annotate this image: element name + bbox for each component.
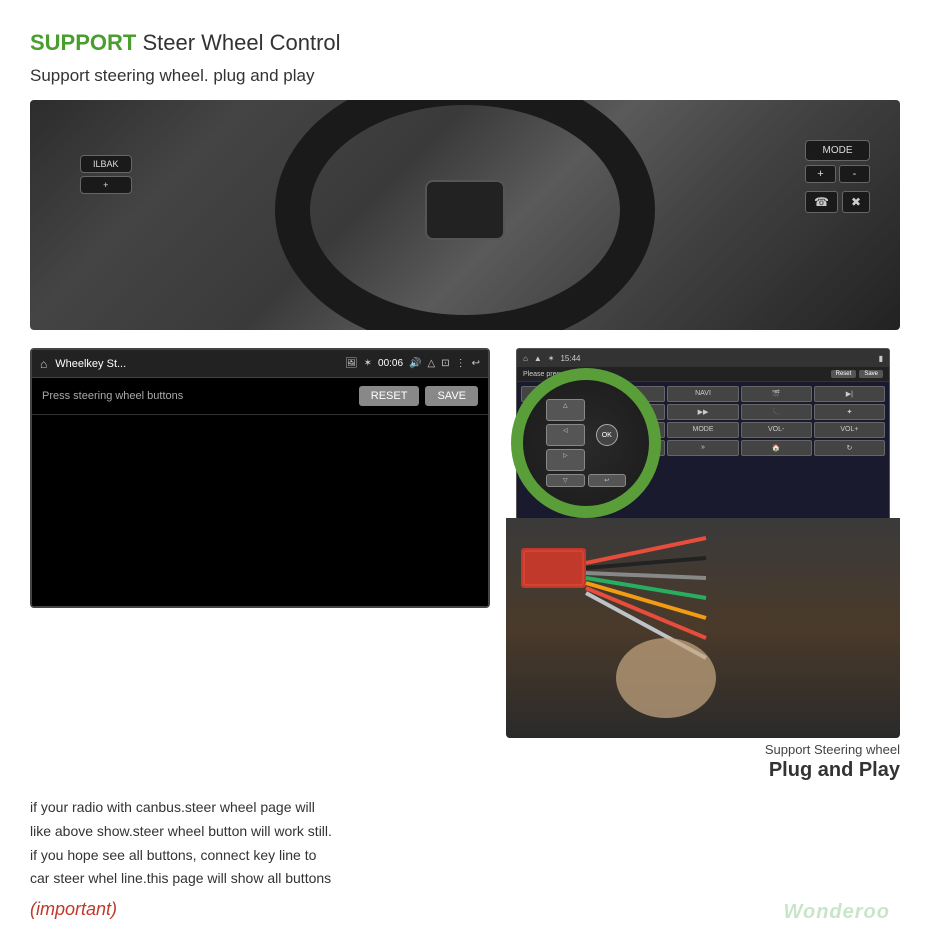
rs-grid-btn-20: ↻	[814, 440, 885, 456]
wk-save-button[interactable]: SAVE	[425, 386, 478, 406]
bottom-line-3: if you hope see all buttons, connect key…	[30, 844, 900, 868]
sw-phone-row: ☎ ✖	[805, 191, 870, 213]
title-rest: Steer Wheel Control	[136, 30, 340, 55]
wires-svg	[506, 518, 900, 738]
bottom-line-1: if your radio with canbus.steer wheel pa…	[30, 796, 900, 820]
sw-circle-overlay: △ ◁ OK ▷ ▽ ↩	[506, 348, 676, 538]
sw-phone-answer-btn: ☎	[805, 191, 838, 213]
sw-ci-down: ▽	[546, 474, 585, 487]
sw-circle-inner-btns: △ ◁ OK ▷ ▽ ↩	[546, 399, 626, 487]
bottom-description: if your radio with canbus.steer wheel pa…	[30, 796, 900, 891]
sw-ci-spacer1	[588, 399, 596, 421]
wk-icon-menu: ⋮	[456, 358, 466, 369]
wk-icon-back: ↩	[472, 358, 480, 369]
sw-ci-up: △	[546, 399, 585, 421]
sw-ci-spacer2	[588, 449, 596, 471]
rs-grid-btn-13: MODE	[667, 422, 738, 438]
wk-status-icons: 🖼 ✶ 00:06 🔊 △ ⊡ ⋮ ↩	[345, 358, 480, 369]
sw-left-btn-plus: +	[80, 176, 132, 194]
wheelkey-screen: ⌂ Wheelkey St... 🖼 ✶ 00:06 🔊 △ ⊡ ⋮ ↩	[30, 348, 490, 608]
wk-icon-bluetooth: ✶	[364, 358, 372, 369]
wiring-hand-photo	[506, 518, 900, 738]
wk-screen-title: Wheelkey St...	[55, 358, 337, 370]
steering-wheel-center	[425, 180, 505, 240]
sw-ci-back: ↩	[588, 474, 627, 487]
title-support: SUPPORT	[30, 30, 136, 55]
plug-and-play-label: Plug and Play	[506, 759, 900, 782]
rs-grid-btn-9: 📞	[741, 404, 812, 420]
wk-press-label: Press steering wheel buttons	[42, 390, 183, 402]
page: SUPPORT Steer Wheel Control Support stee…	[0, 0, 930, 940]
sw-plus-btn: +	[805, 165, 836, 183]
wk-press-row: Press steering wheel buttons RESET SAVE	[32, 378, 488, 415]
page-subtitle: Support steering wheel. plug and play	[30, 66, 900, 86]
sw-plus-minus-row: + -	[805, 165, 870, 183]
bottom-line-4: car steer whel line.this page will show …	[30, 867, 900, 891]
steering-wheel-photo: ILBAK + MODE + - ☎ ✖	[30, 100, 900, 330]
wk-empty-area	[32, 415, 488, 606]
right-screen-composite: ⌂ ▲ ✶ 15:44 ▮ Please press a key Reset S…	[506, 348, 900, 738]
sw-ci-right: ▷	[546, 449, 585, 471]
rs-save-btn[interactable]: Save	[859, 370, 883, 378]
page-title: SUPPORT Steer Wheel Control	[30, 30, 900, 56]
sw-ci-ok: OK	[596, 424, 618, 446]
bottom-line-2: like above show.steer wheel button will …	[30, 820, 900, 844]
wk-reset-button[interactable]: RESET	[359, 386, 420, 406]
rs-grid-btn-5: ▶|	[814, 386, 885, 402]
rs-grid-btn-14: VOL-	[741, 422, 812, 438]
sw-mode-btn: MODE	[805, 140, 870, 161]
wk-time: 00:06	[378, 358, 403, 369]
wk-icon-image: 🖼	[345, 358, 358, 369]
rs-grid-btn-10: ✦	[814, 404, 885, 420]
right-panel: ⌂ ▲ ✶ 15:44 ▮ Please press a key Reset S…	[506, 348, 900, 782]
rs-reset-btn[interactable]: Reset	[831, 370, 857, 378]
steering-wheel-ring	[275, 100, 655, 330]
important-label: (important)	[30, 899, 900, 920]
left-panel: ⌂ Wheelkey St... 🖼 ✶ 00:06 🔊 △ ⊡ ⋮ ↩	[30, 348, 490, 782]
sw-phone-hang-btn: ✖	[842, 191, 870, 213]
wk-content: Press steering wheel buttons RESET SAVE	[32, 378, 488, 606]
rs-grid-btn-8: ▶▶	[667, 404, 738, 420]
wk-icon-triangle: △	[428, 358, 436, 369]
sw-minus-btn: -	[839, 165, 870, 183]
sw-left-btn-ilbak: ILBAK	[80, 155, 132, 173]
rs-battery-icon: ▮	[879, 354, 883, 363]
rs-grid-btn-15: VOL+	[814, 422, 885, 438]
wk-topbar: ⌂ Wheelkey St... 🖼 ✶ 00:06 🔊 △ ⊡ ⋮ ↩	[32, 350, 488, 378]
sw-circle-ring: △ ◁ OK ▷ ▽ ↩	[511, 368, 661, 518]
sw-mode-section: MODE + - ☎ ✖	[805, 140, 870, 213]
rs-grid-btn-18: »	[667, 440, 738, 456]
rs-grid-btn-3: NAVI	[667, 386, 738, 402]
bottom-section: ⌂ Wheelkey St... 🖼 ✶ 00:06 🔊 △ ⊡ ⋮ ↩	[30, 348, 900, 782]
wk-icon-sound: 🔊	[409, 358, 421, 369]
sw-left-controls: ILBAK +	[80, 155, 132, 194]
support-steering-label: Support Steering wheel	[506, 742, 900, 757]
wk-home-icon: ⌂	[40, 357, 47, 371]
rs-grid-btn-4: 🎬	[741, 386, 812, 402]
rs-grid-btn-19: 🏠	[741, 440, 812, 456]
wk-icon-picture: ⊡	[441, 358, 449, 369]
sw-ci-left: ◁	[546, 424, 585, 446]
